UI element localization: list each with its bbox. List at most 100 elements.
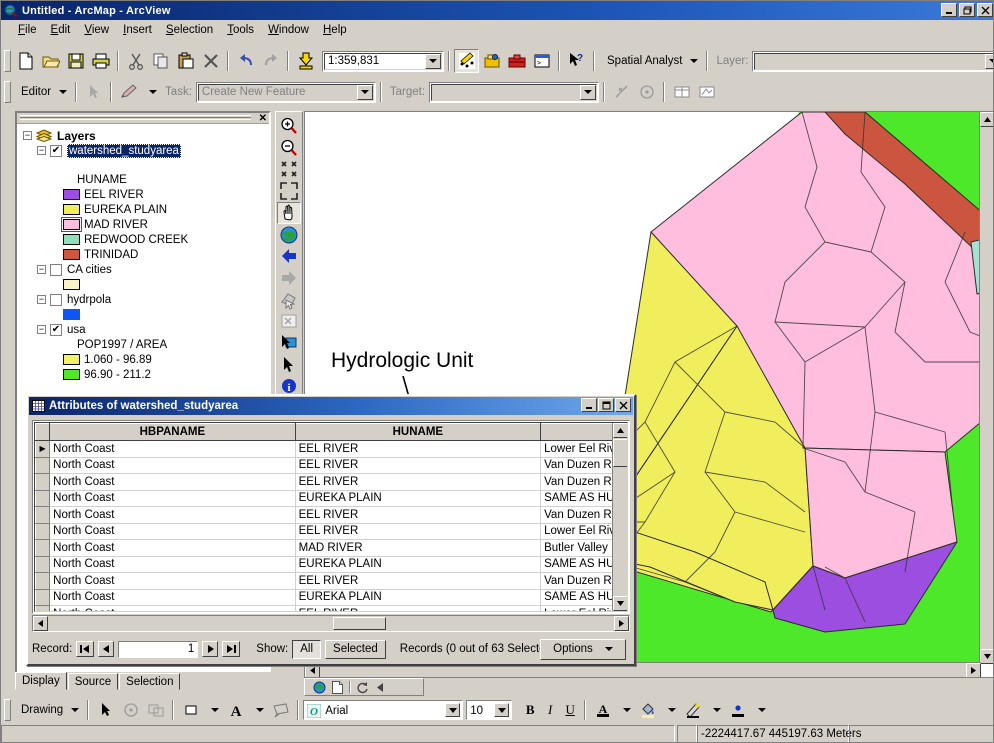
menu-tools[interactable]: Tools	[220, 23, 261, 37]
attr-maximize-button[interactable]	[598, 398, 614, 412]
back-extent-tool[interactable]	[277, 245, 301, 267]
italic-button[interactable]: I	[540, 699, 560, 721]
editor-task-value[interactable]: Create New Feature	[198, 84, 374, 101]
pointer-tool[interactable]	[277, 354, 301, 376]
sketch-tool-button[interactable]	[116, 80, 141, 104]
add-data-button[interactable]	[293, 49, 318, 73]
cut-button[interactable]	[123, 49, 148, 73]
tab-selection[interactable]: Selection	[119, 673, 180, 690]
select-features-tool[interactable]	[277, 289, 301, 311]
toolbar-gripper[interactable]	[4, 699, 11, 721]
copy-button[interactable]	[148, 49, 173, 73]
show-selected-button[interactable]: Selected	[325, 640, 386, 659]
legend-class-usa-high[interactable]: 96.90 - 211.2	[21, 367, 267, 382]
font-size-value[interactable]: 10	[470, 703, 483, 719]
sidebar-item-usa[interactable]: − ✔ usa	[21, 322, 267, 337]
attr-close-button[interactable]	[615, 398, 631, 412]
line-pen-icon[interactable]	[680, 698, 705, 722]
scroll-right-button[interactable]	[966, 663, 981, 678]
chevron-down-icon[interactable]	[357, 85, 373, 100]
cell-hbpaname[interactable]: North Coast	[50, 441, 295, 458]
whats-this-help-button[interactable]: ?	[564, 49, 589, 73]
graphic-operations-button[interactable]	[143, 698, 168, 722]
row-selector[interactable]	[36, 490, 50, 507]
attribute-grid[interactable]: HBPANAME HUNAME ▶ North Coast EEL RIVER …	[32, 420, 630, 614]
expander-icon[interactable]: −	[37, 325, 46, 334]
legend-swatch-eureka-plain[interactable]	[63, 204, 80, 215]
layer-visibility-checkbox[interactable]	[50, 294, 62, 306]
column-header-hbpaname[interactable]: HBPANAME	[50, 424, 295, 441]
expander-icon[interactable]: −	[23, 131, 32, 140]
table-row[interactable]: North Coast EEL RIVER Van Duzen River	[36, 573, 627, 590]
options-button[interactable]: Options	[540, 639, 626, 660]
legend-swatch-mad-river[interactable]	[63, 219, 80, 230]
font-size-combo[interactable]: 10	[466, 700, 512, 720]
legend-class-eureka-plain[interactable]: EUREKA PLAIN	[21, 202, 267, 217]
layer-visibility-checkbox[interactable]	[50, 264, 62, 276]
bold-button[interactable]: B	[520, 699, 540, 721]
scroll-down-button[interactable]	[980, 649, 994, 664]
cell-hbpaname[interactable]: North Coast	[50, 457, 295, 474]
cell-huname[interactable]: EUREKA PLAIN	[295, 490, 540, 507]
spatial-analyst-menu[interactable]: Spatial Analyst	[599, 50, 702, 72]
fill-bucket-icon[interactable]	[635, 698, 660, 722]
record-number-input[interactable]: 1	[118, 641, 198, 658]
forward-extent-tool[interactable]	[277, 267, 301, 289]
grid-scroll-down-button[interactable]	[613, 596, 628, 611]
cell-huname[interactable]: EEL RIVER	[295, 606, 540, 613]
cell-hbpaname[interactable]: North Coast	[50, 507, 295, 524]
expander-icon[interactable]: −	[37, 146, 46, 155]
layer-name-hydrpola[interactable]: hydrpola	[67, 294, 111, 306]
paste-button[interactable]	[173, 49, 198, 73]
row-selector[interactable]: ▶	[36, 441, 50, 458]
legend-swatch-usa-high[interactable]	[63, 369, 80, 380]
grid-vertical-scrollbar[interactable]	[612, 423, 627, 611]
attribute-table[interactable]: HBPANAME HUNAME ▶ North Coast EEL RIVER …	[35, 423, 627, 612]
legend-class-redwood-creek[interactable]: REDWOOD CREEK	[21, 232, 267, 247]
zoom-in-tool[interactable]	[277, 115, 301, 137]
column-header-huname[interactable]: HUNAME	[295, 424, 540, 441]
save-document-button[interactable]	[63, 49, 88, 73]
expander-icon[interactable]: −	[37, 295, 46, 304]
editor-menu-button[interactable]: Editor	[13, 81, 71, 103]
select-elements-tool[interactable]	[277, 332, 301, 354]
underline-button[interactable]: U	[560, 699, 580, 721]
data-view-button[interactable]	[311, 679, 328, 695]
draw-shape-dropdown[interactable]	[203, 699, 223, 721]
map-scale-combo[interactable]: 1:359,831	[322, 51, 444, 72]
new-document-button[interactable]	[13, 49, 38, 73]
spatial-analyst-toolbox-button[interactable]	[479, 49, 504, 73]
edit-tool-button[interactable]	[81, 80, 106, 104]
sidebar-item-ca-cities[interactable]: − CA cities	[21, 262, 267, 277]
select-elements-button[interactable]	[93, 698, 118, 722]
cell-huname[interactable]: EEL RIVER	[295, 457, 540, 474]
cell-hbpaname[interactable]: North Coast	[50, 474, 295, 491]
table-row[interactable]: North Coast MAD RIVER Butler Valley	[36, 540, 627, 557]
new-text-dropdown[interactable]	[248, 699, 268, 721]
pan-tool[interactable]	[277, 202, 301, 224]
cell-huname[interactable]: EEL RIVER	[295, 474, 540, 491]
last-record-button[interactable]	[222, 641, 240, 657]
grid-scroll-left-button[interactable]	[33, 616, 48, 631]
table-row[interactable]: North Coast EUREKA PLAIN SAME AS HUNA	[36, 556, 627, 573]
layer-name-watershed_studyarea[interactable]: watershed_studyarea	[67, 144, 181, 158]
editor-target-combo[interactable]	[429, 82, 599, 103]
rotate-tool-button[interactable]	[634, 80, 659, 104]
legend-class-mad-river[interactable]: MAD RIVER	[21, 217, 267, 232]
minimize-button[interactable]	[941, 3, 957, 17]
sidebar-item-hydrpola[interactable]: − hydrpola	[21, 292, 267, 307]
row-selector[interactable]	[36, 589, 50, 606]
legend-class-hydrpola[interactable]	[21, 307, 267, 322]
layer-visibility-checkbox[interactable]: ✔	[50, 324, 62, 336]
menu-view[interactable]: View	[77, 23, 116, 37]
previous-record-button[interactable]	[98, 641, 114, 657]
print-button[interactable]	[88, 49, 113, 73]
attr-minimize-button[interactable]	[581, 398, 597, 412]
grid-hscroll-thumb[interactable]	[333, 617, 386, 630]
expander-icon[interactable]: −	[37, 265, 46, 274]
spatial-analyst-layer-value[interactable]	[754, 53, 994, 70]
drawing-menu-button[interactable]: Drawing	[13, 699, 83, 721]
map-vertical-scrollbar[interactable]	[979, 112, 994, 664]
grid-scroll-thumb[interactable]	[613, 439, 628, 467]
table-row[interactable]: North Coast EEL RIVER Lower Eel River	[36, 523, 627, 540]
